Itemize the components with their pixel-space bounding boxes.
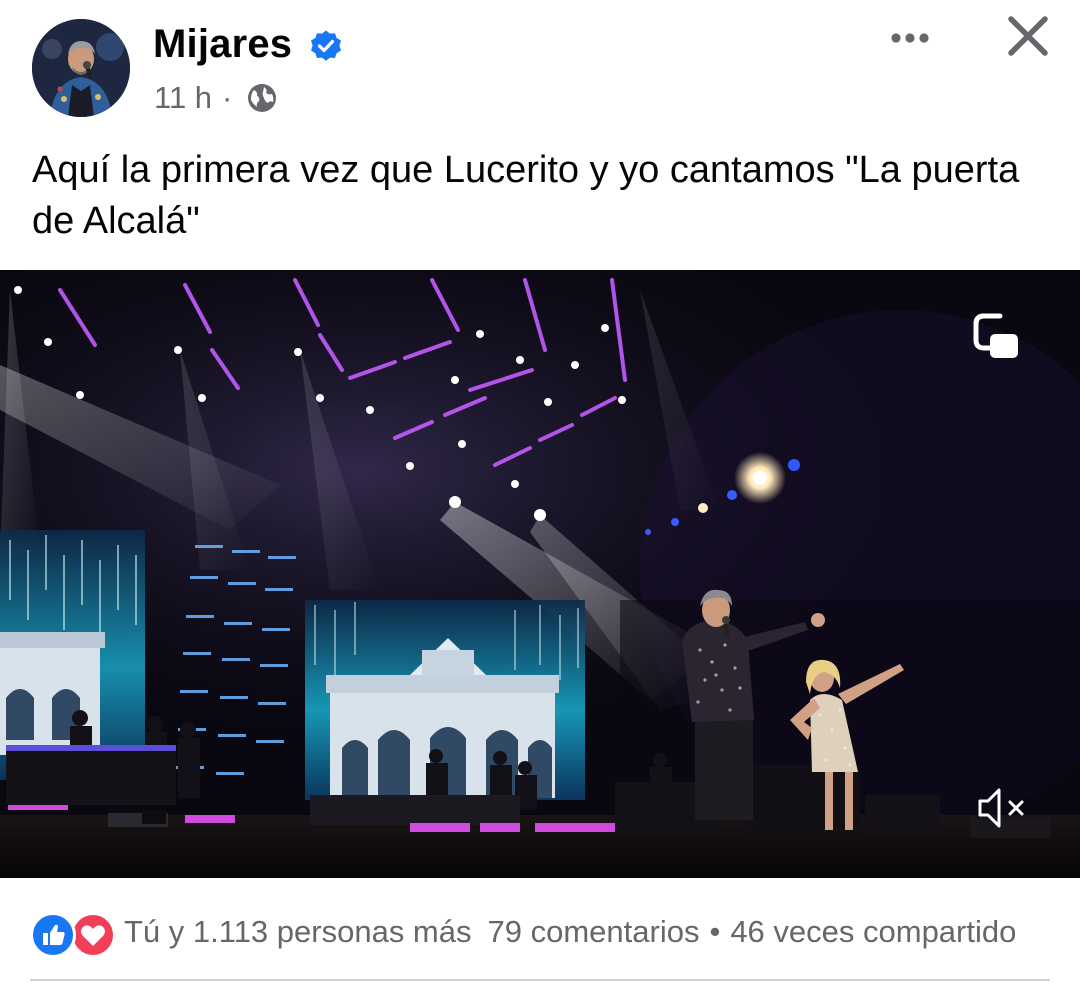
divider (30, 979, 1050, 981)
video-player[interactable] (0, 270, 1080, 878)
love-reaction-icon (70, 912, 116, 958)
stat-separator: • (709, 914, 721, 949)
verified-badge-icon (311, 30, 341, 61)
meta-separator: · (222, 80, 233, 115)
close-icon[interactable] (1002, 14, 1054, 60)
muted-speaker-icon[interactable] (974, 780, 1030, 836)
reactions-count[interactable]: Tú y 1.113 personas más (124, 914, 472, 950)
post-header: Mijares 11 h · (0, 0, 1080, 130)
more-options-icon[interactable] (884, 20, 936, 56)
concert-video-frame (0, 270, 1080, 878)
avatar-image (32, 19, 130, 117)
post-meta: 11 h · (154, 78, 278, 118)
author-name[interactable]: Mijares (153, 20, 292, 68)
author-avatar[interactable] (32, 19, 130, 117)
comments-count[interactable]: 79 comentarios (488, 914, 700, 950)
post-caption: Aquí la primera vez que Lucerito y yo ca… (32, 149, 1020, 242)
like-reaction-icon (30, 912, 76, 958)
picture-in-picture-icon[interactable] (970, 310, 1022, 362)
engagement-bar: Tú y 1.113 personas más 79 comentarios •… (30, 906, 1080, 958)
post-time[interactable]: 11 h (154, 80, 212, 116)
shares-count[interactable]: 46 veces compartido (730, 914, 1016, 950)
globe-icon[interactable] (246, 82, 278, 114)
reaction-icons[interactable] (30, 910, 116, 958)
